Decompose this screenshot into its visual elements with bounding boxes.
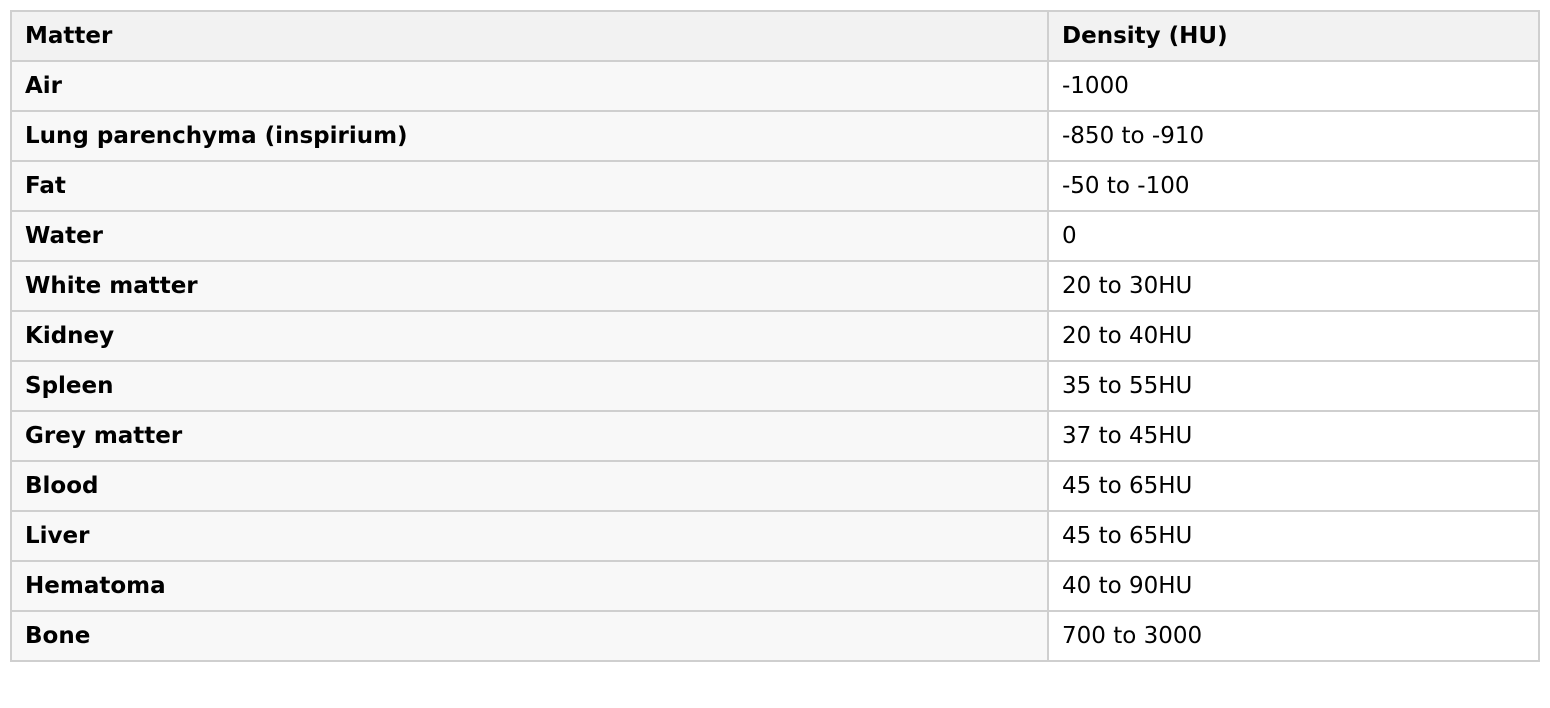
header-matter: Matter <box>10 10 1049 62</box>
matter-cell: Fat <box>10 160 1049 212</box>
table-row: Spleen 35 to 55HU <box>10 360 1540 412</box>
table-row: Fat -50 to -100 <box>10 160 1540 212</box>
table-row: Liver 45 to 65HU <box>10 510 1540 562</box>
matter-cell: Air <box>10 60 1049 112</box>
matter-cell: Water <box>10 210 1049 262</box>
density-cell: 45 to 65HU <box>1047 510 1540 562</box>
matter-cell: White matter <box>10 260 1049 312</box>
table-row: Air -1000 <box>10 60 1540 112</box>
density-cell: 35 to 55HU <box>1047 360 1540 412</box>
density-cell: 40 to 90HU <box>1047 560 1540 612</box>
matter-cell: Bone <box>10 610 1049 662</box>
density-cell: -1000 <box>1047 60 1540 112</box>
density-cell: 20 to 40HU <box>1047 310 1540 362</box>
density-cell: -850 to -910 <box>1047 110 1540 162</box>
table-row: Grey matter 37 to 45HU <box>10 410 1540 462</box>
matter-cell: Grey matter <box>10 410 1049 462</box>
matter-cell: Kidney <box>10 310 1049 362</box>
table-row: White matter 20 to 30HU <box>10 260 1540 312</box>
density-table: Matter Density (HU) Air -1000 Lung paren… <box>10 10 1540 662</box>
table-row: Kidney 20 to 40HU <box>10 310 1540 362</box>
matter-cell: Lung parenchyma (inspirium) <box>10 110 1049 162</box>
density-cell: 0 <box>1047 210 1540 262</box>
table-row: Blood 45 to 65HU <box>10 460 1540 512</box>
density-cell: 37 to 45HU <box>1047 410 1540 462</box>
table-row: Lung parenchyma (inspirium) -850 to -910 <box>10 110 1540 162</box>
density-cell: 700 to 3000 <box>1047 610 1540 662</box>
table-row: Bone 700 to 3000 <box>10 610 1540 662</box>
density-cell: 20 to 30HU <box>1047 260 1540 312</box>
table-header-row: Matter Density (HU) <box>10 10 1540 62</box>
matter-cell: Hematoma <box>10 560 1049 612</box>
matter-cell: Liver <box>10 510 1049 562</box>
table-row: Hematoma 40 to 90HU <box>10 560 1540 612</box>
header-density: Density (HU) <box>1047 10 1540 62</box>
matter-cell: Blood <box>10 460 1049 512</box>
density-cell: -50 to -100 <box>1047 160 1540 212</box>
table-row: Water 0 <box>10 210 1540 262</box>
matter-cell: Spleen <box>10 360 1049 412</box>
density-cell: 45 to 65HU <box>1047 460 1540 512</box>
